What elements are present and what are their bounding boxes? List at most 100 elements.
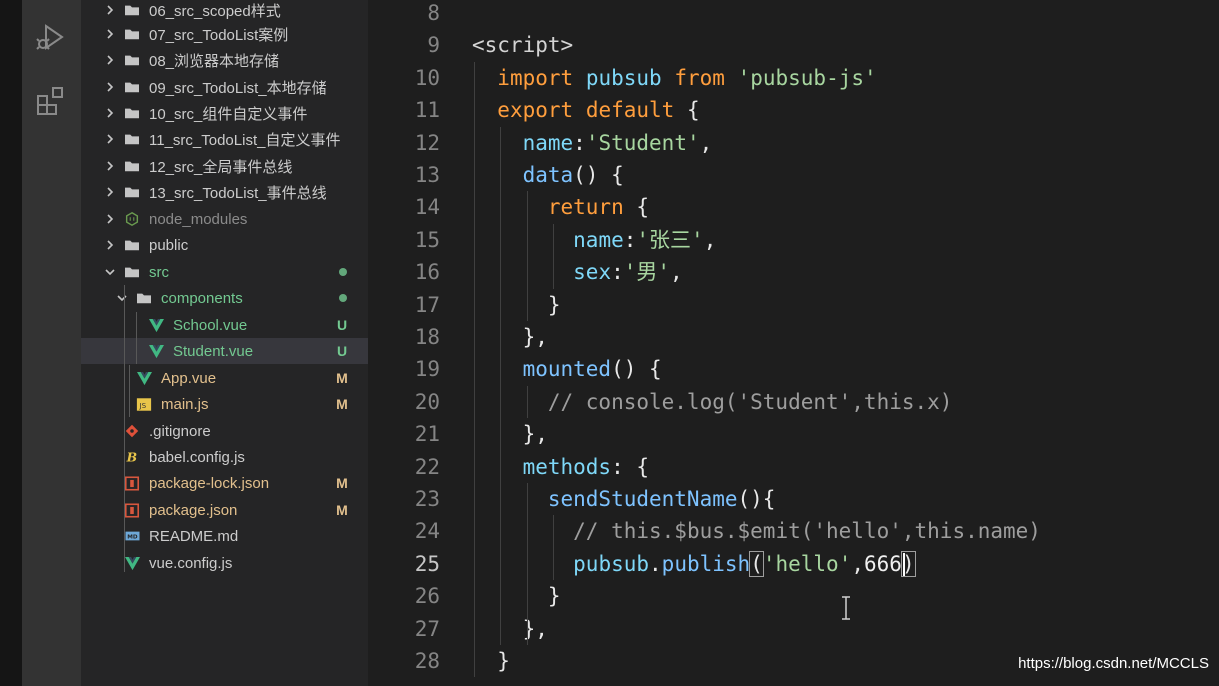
folder-item[interactable]: node_modules — [81, 206, 368, 232]
tree-item-label: public — [149, 236, 189, 254]
line-number: 21 — [414, 422, 440, 447]
line-number: 12 — [414, 130, 440, 155]
folder-item[interactable]: 10_src_组件自定义事件 — [81, 100, 368, 126]
code-text: }, — [472, 321, 548, 353]
code-editor[interactable]: 8 9 <script> 10 import pubsub from 'pubsub-… — [368, 0, 1219, 686]
folder-item[interactable]: 11_src_TodoList_自定义事件 — [81, 126, 368, 152]
line-number: 23 — [414, 487, 440, 511]
extensions-icon[interactable] — [34, 84, 68, 118]
code-line[interactable]: 26 } — [368, 580, 1219, 612]
code-line[interactable]: 12 name:'Student', — [368, 127, 1219, 159]
chevron-right-icon[interactable] — [103, 238, 117, 252]
code-text: pubsub.publish('hello',666) — [472, 548, 916, 580]
code-text: export default { — [472, 94, 700, 126]
folder-icon — [123, 237, 141, 253]
code-token: ( — [749, 550, 764, 577]
code-token: sex — [573, 260, 612, 285]
code-token: : — [573, 130, 586, 155]
folder-icon — [123, 2, 141, 18]
code-line[interactable]: 8 — [368, 0, 1219, 29]
chevron-right-icon[interactable] — [103, 27, 117, 41]
code-line[interactable]: 17 } — [368, 289, 1219, 321]
code-line[interactable]: 16 sex:'男', — [368, 256, 1219, 288]
folder-icon — [123, 79, 141, 95]
line-number: 15 — [414, 227, 440, 252]
code-token: pubsub — [585, 65, 662, 90]
code-line[interactable]: 25 pubsub.publish('hello',666) — [368, 548, 1219, 580]
line-number: 16 — [414, 260, 440, 285]
chevron-right-icon[interactable] — [103, 132, 117, 146]
code-text: methods: { — [472, 451, 649, 483]
code-token: return — [547, 195, 624, 220]
code-text: name:'张三', — [472, 224, 716, 256]
line-number: 19 — [414, 357, 440, 382]
folder-item[interactable]: 06_src_scoped样式 — [81, 0, 368, 23]
code-line[interactable]: 24 // this.$bus.$emit('hello',this.name) — [368, 515, 1219, 547]
code-line[interactable]: 13 data() { — [368, 159, 1219, 191]
chevron-right-icon[interactable] — [103, 159, 117, 173]
chevron-right-icon[interactable] — [103, 106, 117, 120]
line-number: 9 — [427, 33, 440, 58]
chevron-down-icon[interactable] — [103, 265, 117, 279]
folder-item[interactable]: 08_浏览器本地存储 — [81, 47, 368, 73]
run-debug-icon[interactable] — [34, 20, 68, 54]
chevron-down-icon[interactable] — [115, 291, 129, 305]
folder-icon — [123, 264, 141, 280]
folder-item[interactable]: public — [81, 232, 368, 258]
code-text: import pubsub from 'pubsub-js' — [472, 62, 877, 94]
chevron-right-icon[interactable] — [103, 3, 117, 17]
code-text: } — [472, 289, 561, 321]
code-token: : — [611, 260, 624, 285]
svg-text:MD: MD — [127, 535, 138, 541]
code-line[interactable]: 19 mounted() { — [368, 353, 1219, 385]
tree-item-label: .gitignore — [149, 422, 211, 440]
vue-file-icon — [123, 555, 141, 571]
babel-file-icon: B — [123, 449, 141, 465]
code-token: () { — [573, 163, 624, 187]
code-line[interactable]: 20 // console.log('Student',this.x) — [368, 386, 1219, 418]
code-text: } — [472, 645, 510, 677]
tree-item-label: src — [149, 263, 169, 281]
indent-guide — [500, 126, 502, 645]
tree-item-label: components — [161, 289, 243, 307]
code-line[interactable]: 22 methods: { — [368, 451, 1219, 483]
folder-item[interactable]: 12_src_全局事件总线 — [81, 153, 368, 179]
chevron-right-icon[interactable] — [103, 80, 117, 94]
code-line[interactable]: 27 }, — [368, 613, 1219, 645]
tree-indent-guide — [124, 285, 125, 572]
folder-item[interactable]: src — [81, 259, 368, 285]
chevron-right-icon[interactable] — [103, 212, 117, 226]
chevron-right-icon[interactable] — [103, 185, 117, 199]
code-token: , — [699, 130, 713, 155]
line-number: 17 — [414, 292, 440, 317]
code-line[interactable]: 15 name:'张三', — [368, 224, 1219, 256]
code-line[interactable]: 14 return { — [368, 191, 1219, 223]
folder-item[interactable]: 07_src_TodoList案例 — [81, 21, 368, 47]
line-number: 20 — [414, 389, 440, 414]
code-line[interactable]: 21 }, — [368, 418, 1219, 450]
code-text: return { — [472, 191, 649, 223]
code-line[interactable]: 10 import pubsub from 'pubsub-js' — [368, 62, 1219, 94]
code-line[interactable]: 23 sendStudentName(){ — [368, 483, 1219, 515]
node-folder-icon — [123, 211, 141, 227]
chevron-right-icon[interactable] — [103, 53, 117, 67]
code-line[interactable]: 18 }, — [368, 321, 1219, 353]
code-line[interactable]: 11 export default { — [368, 94, 1219, 126]
folder-item[interactable]: 09_src_TodoList_本地存储 — [81, 74, 368, 100]
code-token: 'pubsub-js' — [737, 65, 877, 90]
code-token: { — [674, 98, 700, 123]
code-line[interactable]: 9 <script> — [368, 29, 1219, 61]
code-token: , — [670, 260, 683, 285]
line-number: 28 — [414, 649, 440, 673]
tree-item-label: 12_src_全局事件总线 — [149, 158, 293, 176]
git-status-badge: M — [336, 502, 348, 518]
modified-dot-indicator — [339, 268, 347, 276]
folder-item[interactable]: 13_src_TodoList_事件总线 — [81, 179, 368, 205]
code-token: default — [585, 98, 675, 123]
code-text: sendStudentName(){ — [472, 483, 776, 515]
